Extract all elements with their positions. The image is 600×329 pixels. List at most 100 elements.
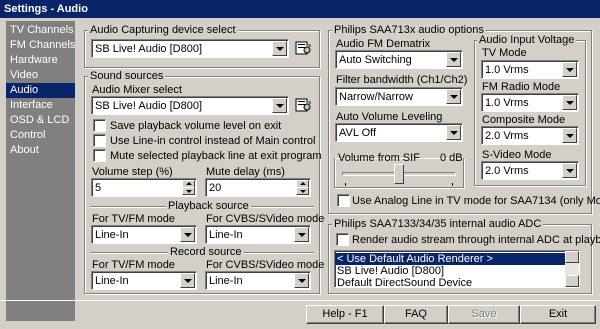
list-item[interactable]: Default DirectSound Device: [335, 277, 565, 287]
saa713x-options-title: Philips SAA713x audio options: [332, 24, 486, 36]
internal-adc-title: Philips SAA7133/34/35 internal audio ADC: [332, 218, 544, 230]
save-button[interactable]: Save: [448, 305, 520, 324]
composite-mode-voltage-select[interactable]: 2.0 Vrms: [481, 126, 579, 145]
button-bar-divider: [0, 300, 600, 301]
sidebar-item-fm-channels[interactable]: FM Channels: [6, 38, 75, 53]
analog-line-label: Use Analog Line in TV mode for SAA7134 (…: [352, 195, 600, 207]
spin-down-icon[interactable]: [182, 187, 195, 195]
chevron-down-icon[interactable]: [294, 227, 309, 242]
faq-button[interactable]: FAQ: [384, 305, 448, 324]
chevron-down-icon[interactable]: [562, 62, 577, 77]
record-cvbs-label: For CVBS/SVideo mode: [206, 259, 325, 271]
record-cvbs-select[interactable]: Line-In: [205, 271, 311, 290]
help-button[interactable]: Help - F1: [306, 305, 384, 324]
sidebar-item-osd-lcd[interactable]: OSD & LCD: [6, 113, 75, 128]
playback-tv-value: Line-In: [95, 229, 129, 241]
list-item[interactable]: < Use Default Audio Renderer >: [335, 253, 565, 265]
chevron-down-icon[interactable]: [562, 95, 577, 110]
linein-control-label: Use Line-in control instead of Main cont…: [110, 135, 316, 147]
list-scrollbar[interactable]: [565, 251, 579, 287]
sidebar-item-video[interactable]: Video: [6, 68, 75, 83]
record-tv-label: For TV/FM mode: [92, 259, 175, 271]
sidebar-item-interface[interactable]: Interface: [6, 98, 75, 113]
settings-sidebar: TV Channels FM Channels Hardware Video A…: [6, 21, 75, 321]
tv-mode-voltage-select[interactable]: 1.0 Vrms: [481, 60, 579, 79]
fm-mode-voltage-value: 1.0 Vrms: [485, 97, 529, 109]
mute-on-exit-checkbox[interactable]: [93, 149, 106, 162]
tv-mode-label: TV Mode: [482, 47, 527, 59]
playback-tv-select[interactable]: Line-In: [91, 225, 197, 244]
fm-dematrix-value: Auto Switching: [339, 54, 412, 66]
composite-mode-label: Composite Mode: [482, 114, 566, 126]
audio-renderer-list[interactable]: < Use Default Audio Renderer > SB Live! …: [334, 250, 580, 288]
avl-value: AVL Off: [339, 127, 377, 139]
save-volume-checkbox[interactable]: [93, 119, 106, 132]
sidebar-item-control[interactable]: Control: [6, 128, 75, 143]
playback-cvbs-value: Line-In: [209, 229, 243, 241]
sif-volume-value: 0 dB: [440, 152, 463, 164]
avl-label: Auto Volume Leveling: [336, 111, 443, 123]
record-tv-value: Line-In: [95, 275, 129, 287]
list-item[interactable]: SB Live! Audio [D800]: [335, 265, 565, 277]
playback-tv-label: For TV/FM mode: [92, 213, 175, 225]
volume-step-spinner[interactable]: 5: [91, 178, 197, 197]
tv-mode-voltage-value: 1.0 Vrms: [485, 64, 529, 76]
playback-source-title: Playback source: [166, 200, 251, 212]
playback-cvbs-label: For CVBS/SVideo mode: [206, 213, 325, 225]
fm-mode-voltage-select[interactable]: 1.0 Vrms: [481, 93, 579, 112]
sidebar-item-tv-channels[interactable]: TV Channels: [6, 23, 75, 38]
mixer-select-label: Audio Mixer select: [92, 84, 182, 96]
save-volume-label: Save playback volume level on exit: [110, 120, 282, 132]
mixer-select[interactable]: SB Live! Audio [D800]: [91, 96, 289, 115]
chevron-down-icon[interactable]: [446, 52, 461, 67]
sidebar-item-hardware[interactable]: Hardware: [6, 53, 75, 68]
capture-device-select[interactable]: SB Live! Audio [D800]: [91, 39, 289, 58]
sidebar-item-audio[interactable]: Audio: [6, 83, 75, 98]
composite-mode-voltage-value: 2.0 Vrms: [485, 130, 529, 142]
mixer-properties-icon[interactable]: [294, 96, 313, 114]
filter-bandwidth-select[interactable]: Narrow/Narrow: [335, 87, 463, 106]
sidebar-item-about[interactable]: About: [6, 143, 75, 158]
chevron-down-icon[interactable]: [294, 273, 309, 288]
scroll-down-icon[interactable]: [565, 275, 579, 287]
render-adc-label: Render audio stream through internal ADC…: [352, 234, 600, 246]
chevron-down-icon[interactable]: [446, 125, 461, 140]
mute-delay-value: 20: [209, 182, 222, 194]
spin-down-icon[interactable]: [296, 187, 309, 195]
sound-sources-group-title: Sound sources: [88, 70, 166, 82]
fm-mode-label: FM Radio Mode: [482, 81, 561, 93]
mixer-select-value: SB Live! Audio [D800]: [95, 100, 203, 112]
svideo-mode-label: S-Video Mode: [482, 149, 552, 161]
volume-step-value: 5: [95, 182, 102, 194]
record-tv-select[interactable]: Line-In: [91, 271, 197, 290]
chevron-down-icon[interactable]: [446, 89, 461, 104]
chevron-down-icon[interactable]: [180, 273, 195, 288]
svideo-mode-voltage-select[interactable]: 2.0 Vrms: [481, 161, 579, 180]
filter-bandwidth-label: Filter bandwidth (Ch1/Ch2): [336, 74, 468, 86]
exit-button[interactable]: Exit: [520, 305, 596, 324]
sif-volume-label: Volume from SIF: [338, 152, 420, 164]
volume-step-label: Volume step (%): [92, 166, 173, 178]
chevron-down-icon[interactable]: [562, 163, 577, 178]
chevron-down-icon[interactable]: [562, 128, 577, 143]
render-adc-checkbox[interactable]: [336, 233, 349, 246]
filter-bandwidth-value: Narrow/Narrow: [339, 91, 413, 103]
slider-tick: [452, 183, 453, 186]
capture-device-group-title: Audio Capturing device select: [88, 24, 238, 36]
capture-device-value: SB Live! Audio [D800]: [95, 43, 203, 55]
chevron-down-icon[interactable]: [272, 98, 287, 113]
mute-delay-spinner[interactable]: 20: [205, 178, 311, 197]
chevron-down-icon[interactable]: [180, 227, 195, 242]
fm-dematrix-select[interactable]: Auto Switching: [335, 50, 463, 69]
avl-select[interactable]: AVL Off: [335, 123, 463, 142]
fm-dematrix-label: Audio FM Dematrix: [336, 38, 431, 50]
mute-on-exit-label: Mute selected playback line at exit prog…: [110, 150, 322, 162]
sif-volume-thumb[interactable]: [394, 164, 404, 184]
capture-properties-icon[interactable]: [294, 39, 313, 57]
scroll-up-icon[interactable]: [565, 251, 579, 263]
analog-line-checkbox[interactable]: [337, 194, 350, 207]
playback-cvbs-select[interactable]: Line-In: [205, 225, 311, 244]
chevron-down-icon[interactable]: [272, 41, 287, 56]
linein-control-checkbox[interactable]: [93, 134, 106, 147]
input-voltage-title: Audio Input Voltage: [477, 34, 577, 46]
